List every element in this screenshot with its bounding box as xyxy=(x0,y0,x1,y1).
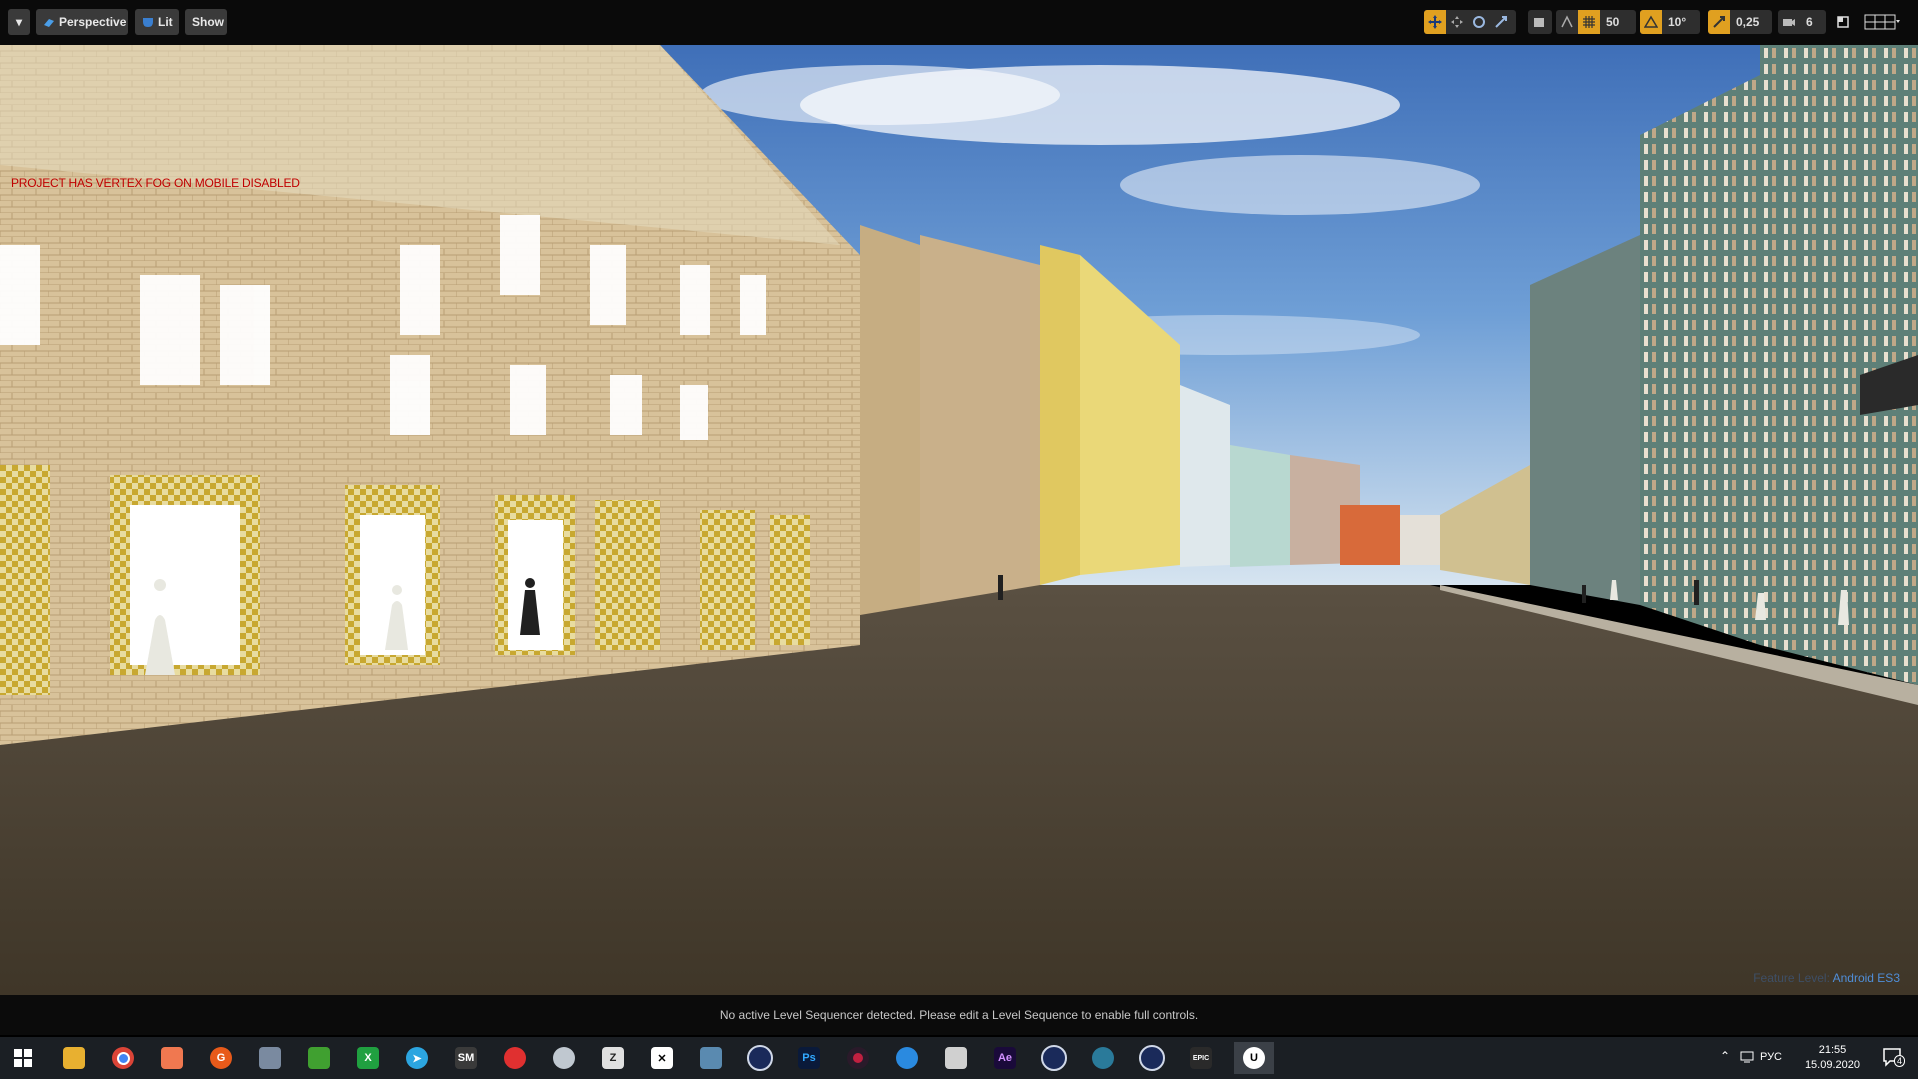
rotate-icon[interactable] xyxy=(1468,10,1490,34)
grid-snap-group: 50 xyxy=(1556,10,1636,34)
scale-snap-value[interactable]: 0,25 xyxy=(1730,15,1765,29)
windows-start-icon[interactable] xyxy=(7,1042,39,1074)
cinema4d-2-icon[interactable] xyxy=(1038,1042,1070,1074)
viewport-toolbar: ▾ Perspective Lit Show 50 10° 0,25 6 xyxy=(0,0,1918,45)
tray-expand-icon[interactable]: ⌃ xyxy=(1720,1049,1730,1063)
perspective-button[interactable]: Perspective xyxy=(36,9,128,35)
vertex-fog-warning: PROJECT HAS VERTEX FOG ON MOBILE DISABLE… xyxy=(11,176,300,190)
mail-app-icon[interactable] xyxy=(254,1042,286,1074)
chevron-down-icon: ▾ xyxy=(15,15,23,29)
maximize-viewport-icon[interactable] xyxy=(1832,10,1854,34)
notifications-icon[interactable]: 4 xyxy=(1882,1047,1906,1072)
photo-app-icon[interactable] xyxy=(156,1042,188,1074)
cinema4d-icon[interactable] xyxy=(744,1042,776,1074)
davinci-icon[interactable] xyxy=(842,1042,874,1074)
world-local-toggle[interactable] xyxy=(1528,10,1552,34)
lit-button[interactable]: Lit xyxy=(135,9,179,35)
grid-snap-value[interactable]: 50 xyxy=(1600,15,1625,29)
rotation-snap-icon[interactable] xyxy=(1640,10,1662,34)
scale-snap-group: 0,25 xyxy=(1708,10,1772,34)
rotation-snap-value[interactable]: 10° xyxy=(1662,15,1692,29)
translate-icon[interactable] xyxy=(1424,10,1446,34)
level-sequencer-bar: No active Level Sequencer detected. Plea… xyxy=(0,995,1918,1035)
epic-games-icon[interactable]: EPIC xyxy=(1185,1042,1217,1074)
shield-lit-icon xyxy=(142,16,154,28)
cinema4d-3-icon[interactable] xyxy=(1136,1042,1168,1074)
move-icon[interactable] xyxy=(1446,10,1468,34)
transform-tools-group xyxy=(1424,10,1516,34)
scale-snap-icon[interactable] xyxy=(1708,10,1730,34)
clock[interactable]: 21:55 15.09.2020 xyxy=(1805,1043,1860,1073)
capcut-icon[interactable]: ✕ xyxy=(646,1042,678,1074)
grid-snap-icon[interactable] xyxy=(1578,10,1600,34)
unreal-engine-icon[interactable]: U xyxy=(1234,1042,1274,1074)
gcode-app-icon[interactable]: G xyxy=(205,1042,237,1074)
show-button[interactable]: Show xyxy=(185,9,227,35)
rotation-snap-group: 10° xyxy=(1640,10,1700,34)
feature-level-label: Feature Level: xyxy=(1753,971,1830,985)
network-icon[interactable] xyxy=(1740,1050,1756,1069)
textures-app-icon[interactable] xyxy=(303,1042,335,1074)
feature-level-value: Android ES3 xyxy=(1832,971,1900,985)
viewport-options-button[interactable]: ▾ xyxy=(8,9,30,35)
mapping-app-icon[interactable] xyxy=(499,1042,531,1074)
telegram-icon[interactable]: ➤ xyxy=(401,1042,433,1074)
chrome-icon[interactable] xyxy=(107,1042,139,1074)
tools-app-icon[interactable] xyxy=(695,1042,727,1074)
scale-icon[interactable] xyxy=(1490,10,1512,34)
mudbox-icon[interactable] xyxy=(1087,1042,1119,1074)
surface-snap-icon[interactable] xyxy=(1556,10,1578,34)
windows-taskbar: G X ➤ SM Z ✕ Ps Ae EPIC U ⌃ РУС 21:55 15… xyxy=(0,1037,1918,1079)
language-indicator[interactable]: РУС xyxy=(1760,1051,1782,1063)
system-tray: ⌃ РУС 21:55 15.09.2020 4 xyxy=(1698,1037,1918,1079)
camera-speed-value[interactable]: 6 xyxy=(1800,15,1819,29)
app-store-icon[interactable] xyxy=(891,1042,923,1074)
clock-date: 15.09.2020 xyxy=(1804,1059,1860,1071)
zbrush-icon[interactable]: Z xyxy=(597,1042,629,1074)
xnview-icon[interactable]: X xyxy=(352,1042,384,1074)
clock-time: 21:55 xyxy=(1818,1044,1847,1056)
file-explorer-icon[interactable] xyxy=(58,1042,90,1074)
camera-speed-group: 6 xyxy=(1778,10,1826,34)
layout-options-icon[interactable] xyxy=(1862,10,1902,34)
camera-speed-icon[interactable] xyxy=(1778,10,1800,34)
notification-count: 4 xyxy=(1894,1055,1906,1067)
clapper-icon[interactable] xyxy=(940,1042,972,1074)
disk-app-icon[interactable] xyxy=(548,1042,580,1074)
cube-icon xyxy=(1528,10,1550,34)
after-effects-icon[interactable]: Ae xyxy=(989,1042,1021,1074)
sm-app-icon[interactable]: SM xyxy=(450,1042,482,1074)
feature-level-indicator[interactable]: Feature Level: Android ES3 xyxy=(1753,971,1900,985)
sequencer-message: No active Level Sequencer detected. Plea… xyxy=(719,1008,1199,1022)
photoshop-icon[interactable]: Ps xyxy=(793,1042,825,1074)
camera-icon xyxy=(43,16,55,28)
level-viewport[interactable]: PROJECT HAS VERTEX FOG ON MOBILE DISABLE… xyxy=(0,45,1918,995)
